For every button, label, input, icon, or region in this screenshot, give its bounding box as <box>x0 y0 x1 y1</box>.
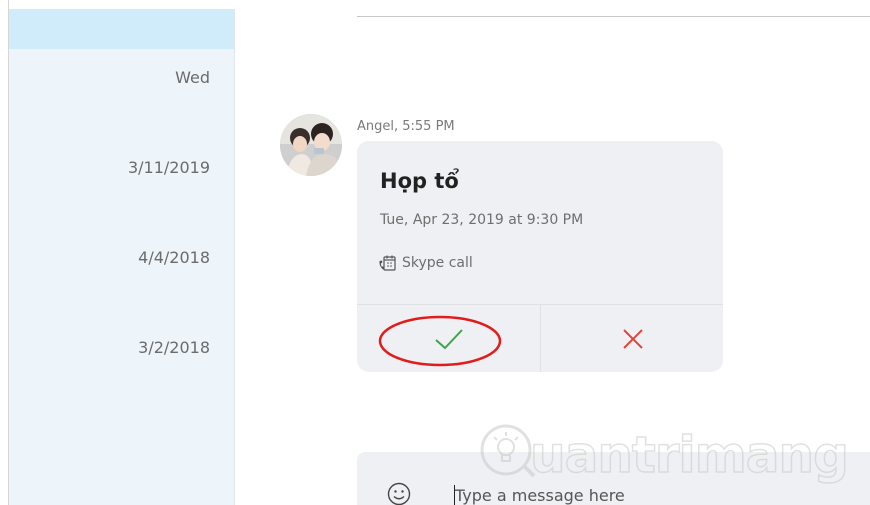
conversation-date: 4/4/2018 <box>138 248 210 267</box>
sender-name-time: Angel, 5:55 PM <box>357 119 455 134</box>
conversation-list-sidebar: Wed 3/11/2019 4/4/2018 3/2/2018 <box>9 9 235 505</box>
meeting-title: Họp tổ <box>380 169 459 193</box>
close-icon <box>622 328 643 349</box>
accept-button[interactable] <box>357 305 540 372</box>
meeting-call-type-label: Skype call <box>402 255 473 271</box>
avatar-photo <box>280 114 342 176</box>
message-input[interactable] <box>455 484 815 505</box>
window-frame-top <box>0 0 870 9</box>
selected-conversation-row[interactable] <box>9 9 234 49</box>
window-frame-left <box>0 0 9 505</box>
meeting-invite-card: Họp tổ Tue, Apr 23, 2019 at 9:30 PM Skyp… <box>357 141 723 372</box>
decline-button[interactable] <box>541 305 723 372</box>
calendar-phone-icon <box>379 255 396 271</box>
message-compose-bar <box>357 452 870 505</box>
meeting-call-type: Skype call <box>378 254 473 272</box>
conversation-date: Wed <box>175 68 210 87</box>
check-icon <box>434 328 463 349</box>
avatar[interactable] <box>280 114 342 176</box>
conversation-date: 3/11/2019 <box>127 158 210 177</box>
conversation-date: 3/2/2018 <box>138 338 210 357</box>
chat-divider <box>357 16 870 17</box>
meeting-datetime: Tue, Apr 23, 2019 at 9:30 PM <box>380 212 584 228</box>
smiley-icon[interactable] <box>387 482 411 505</box>
